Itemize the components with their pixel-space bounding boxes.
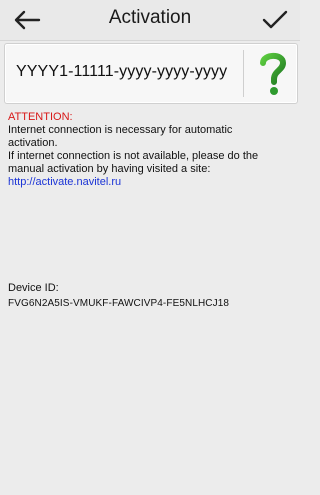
divider (243, 50, 244, 97)
checkmark-icon (262, 10, 288, 29)
question-mark-icon (260, 52, 287, 95)
top-bar: Activation (0, 0, 300, 41)
info-line: activation. (8, 137, 58, 149)
info-line: manual activation by having visited a si… (8, 163, 211, 175)
attention-label: ATTENTION: (8, 111, 73, 123)
info-line: Internet connection is necessary for aut… (8, 124, 233, 136)
device-id-value: FVG6N2A5IS-VMUKF-FAWCIVP4-FE5NLHCJ18 (8, 298, 230, 309)
page-title: Activation (108, 7, 192, 28)
activation-site-link[interactable]: http://activate.navitel.ru (8, 176, 296, 189)
info-line: If internet connection is not available,… (8, 150, 259, 162)
confirm-button[interactable] (260, 7, 290, 33)
device-info: Device ID: FVG6N2A5IS-VMUKF-FAWCIVP4-FE5… (8, 282, 296, 310)
activation-info: ATTENTION: Internet connection is necess… (8, 111, 296, 189)
device-id-label: Device ID: (8, 282, 59, 294)
activation-key-field[interactable]: YYYY1-11111-yyyy-yyyy-yyyy (16, 63, 227, 81)
activation-key-row: YYYY1-11111-yyyy-yyyy-yyyy (4, 43, 298, 104)
help-button[interactable] (251, 48, 295, 100)
